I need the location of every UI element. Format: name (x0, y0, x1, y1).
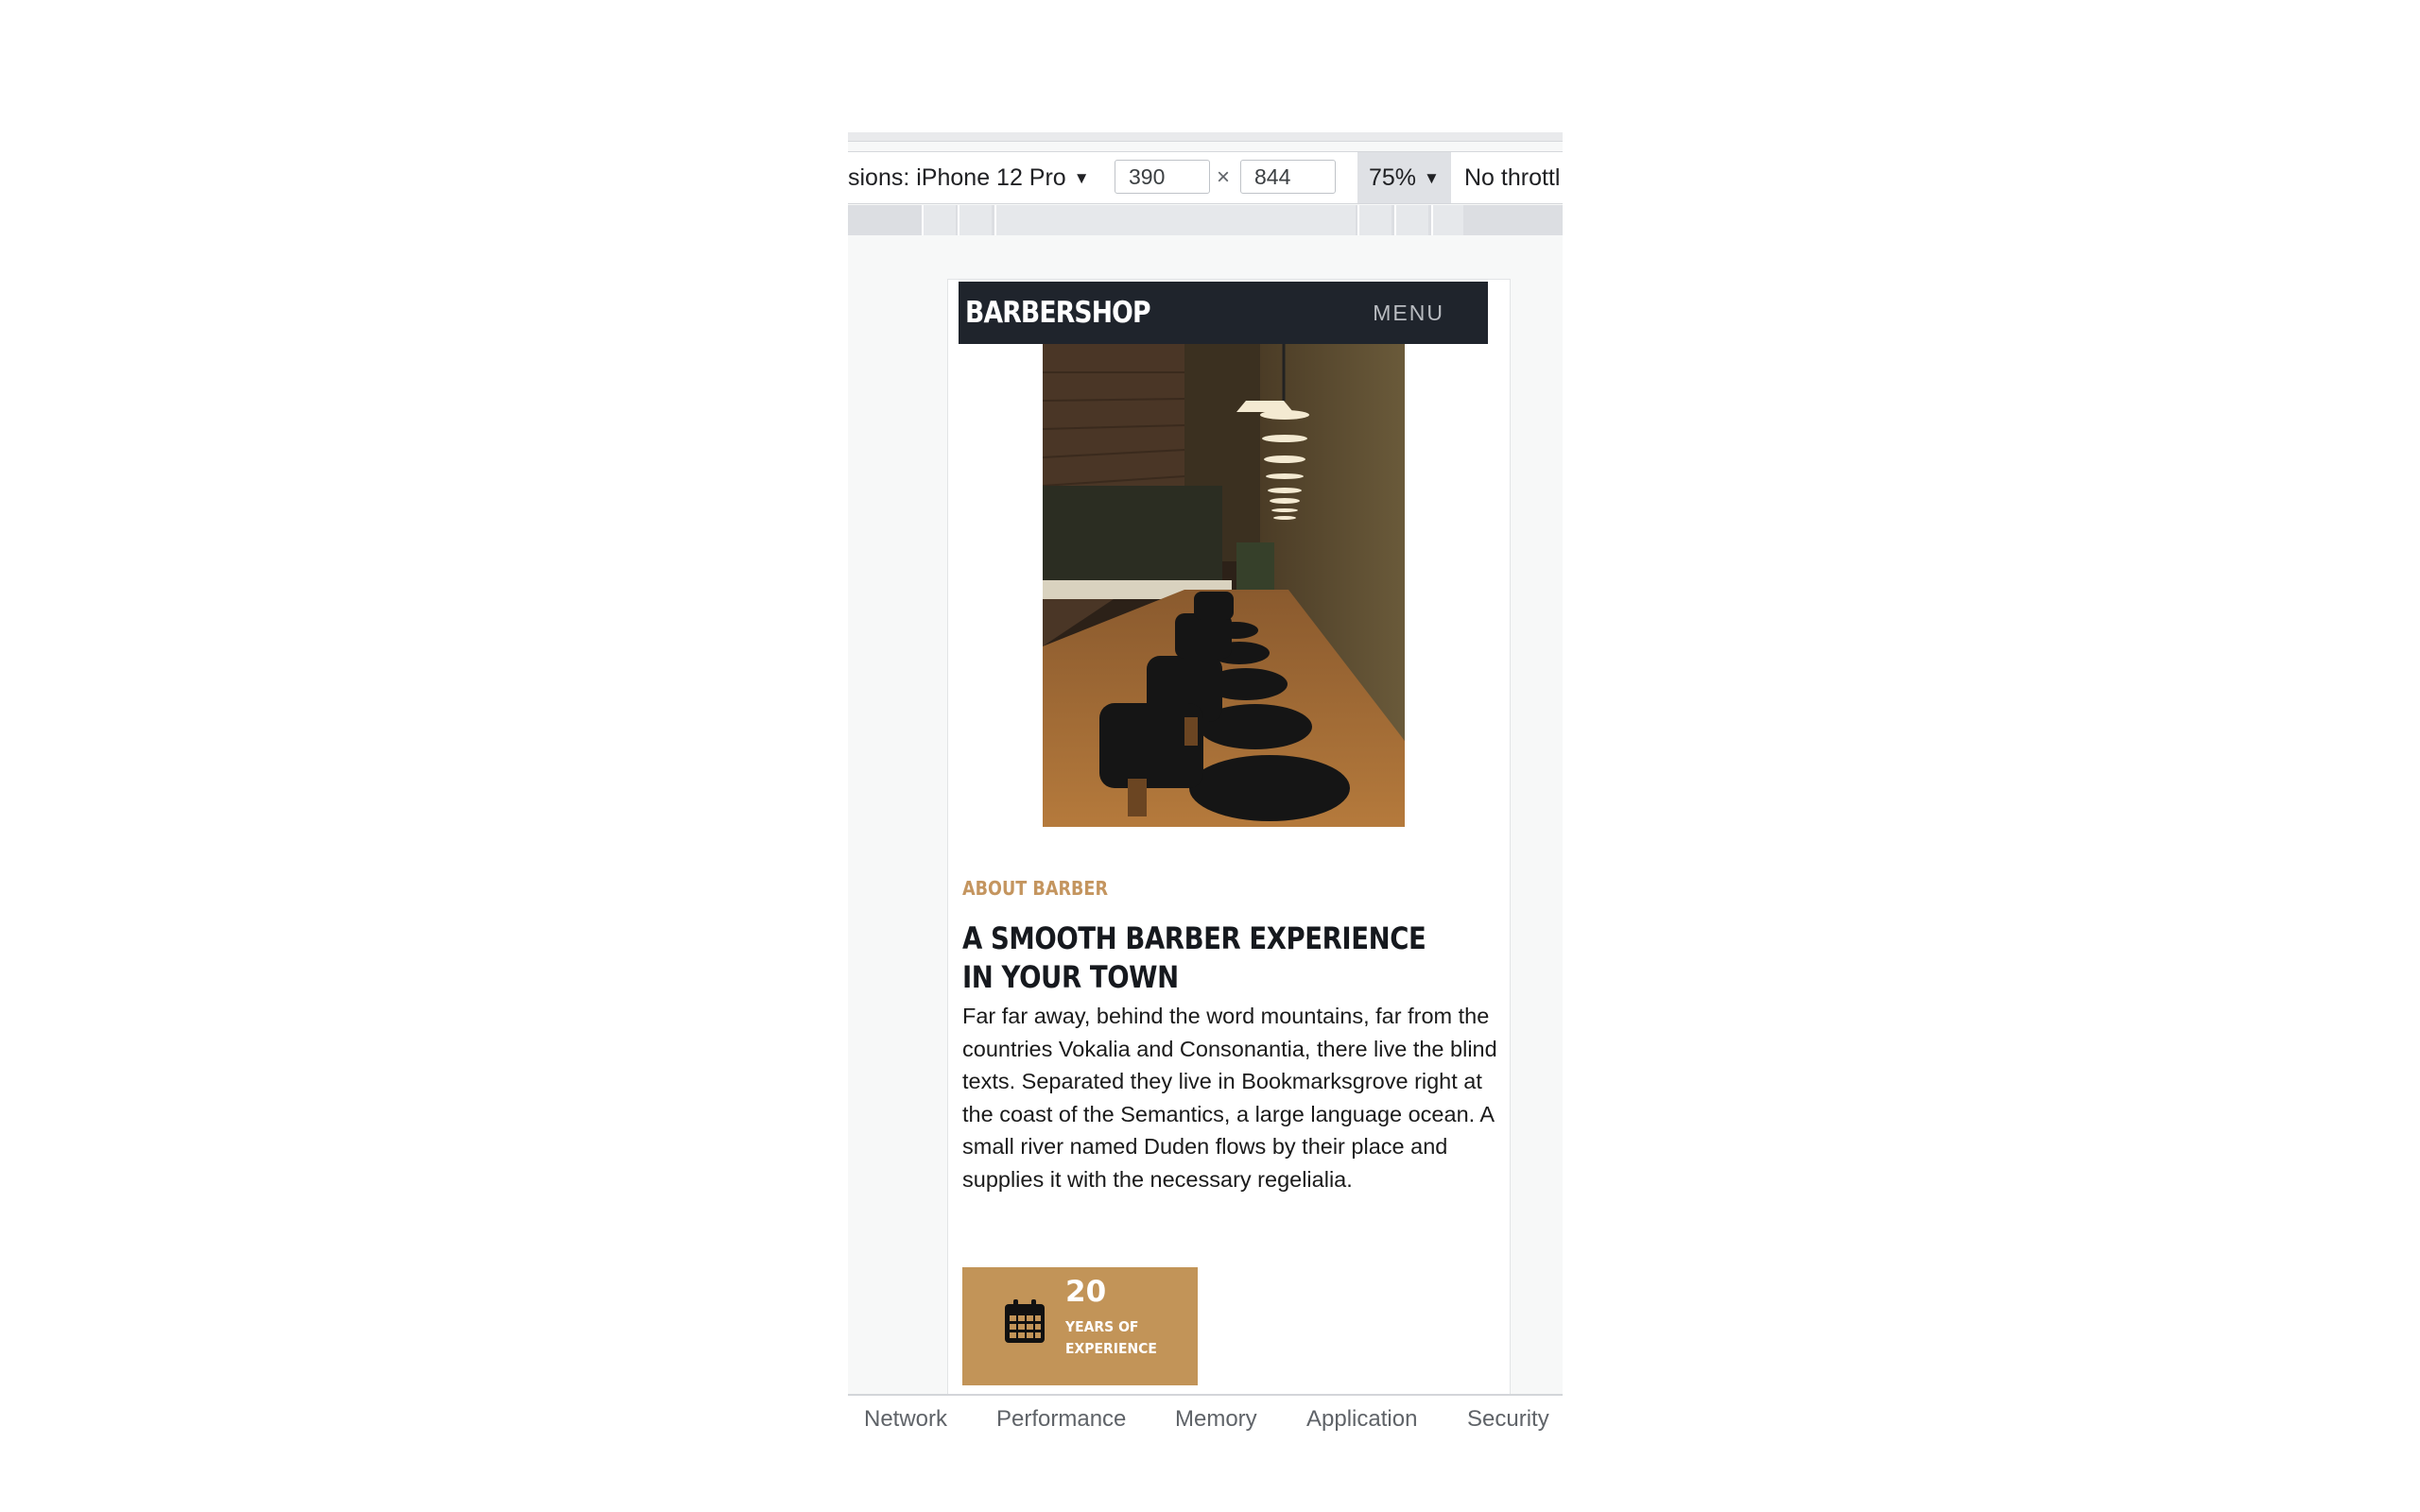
tab-security[interactable]: Security (1467, 1396, 1549, 1443)
calendar-icon (1005, 1299, 1045, 1343)
experience-years-number: 20 (1065, 1275, 1107, 1309)
viewport-width-input[interactable]: 390 (1115, 160, 1210, 194)
tab-performance[interactable]: Performance (996, 1396, 1126, 1443)
site-navbar: BARBERSHOP MENU (959, 282, 1488, 344)
tab-network[interactable]: Network (864, 1396, 947, 1443)
about-section-label: ABOUT BARBER (962, 877, 1108, 900)
ruler-segment[interactable] (922, 205, 956, 235)
experience-badge: 20 YEARS OF EXPERIENCE (962, 1267, 1198, 1385)
headline-line-1: A SMOOTH BARBER EXPERIENCE (962, 920, 1426, 956)
devtools-drawer-tabs: Network Performance Memory Application S… (848, 1394, 1563, 1444)
zoom-value: 75% (1369, 164, 1417, 191)
brand-logo[interactable]: BARBERSHOP (965, 282, 1151, 344)
devtools-device-emulation: sions: iPhone 12 Pro ▼ 390 × 844 75% ▼ No … (848, 132, 1563, 1444)
ruler-segment[interactable] (1431, 205, 1463, 235)
ruler-segment[interactable] (994, 205, 1356, 235)
mobile-viewport: BARBERSHOP MENU ABOUT BARBER A SMOOTH BA… (947, 279, 1511, 1444)
barbershop-hero-image (1043, 344, 1405, 827)
viewport-height-input[interactable]: 844 (1240, 160, 1336, 194)
media-query-ruler (848, 205, 1563, 235)
throttling-select[interactable]: No throttl (1464, 152, 1560, 203)
experience-caption: YEARS OF EXPERIENCE (1065, 1316, 1157, 1360)
barbershop-interior-illustration (1043, 344, 1405, 827)
experience-caption-line-1: YEARS OF (1065, 1318, 1139, 1335)
about-headline: A SMOOTH BARBER EXPERIENCE IN YOUR TOWN (962, 919, 1426, 997)
ruler-segment[interactable] (1357, 205, 1392, 235)
device-select-label: sions: iPhone 12 Pro (848, 164, 1066, 191)
ruler-segment[interactable] (1394, 205, 1428, 235)
about-body-text: Far far away, behind the word mountains,… (962, 1004, 1497, 1192)
dimensions-times-icon: × (1217, 164, 1231, 190)
device-dropdown-caret-icon: ▼ (1073, 169, 1090, 187)
devtools-top-strip (848, 132, 1563, 142)
experience-caption-line-2: EXPERIENCE (1065, 1340, 1157, 1357)
zoom-select[interactable]: 75% ▼ (1357, 152, 1451, 203)
zoom-dropdown-caret-icon: ▼ (1424, 169, 1440, 187)
ruler-segment[interactable] (958, 205, 992, 235)
device-toolbar: sions: iPhone 12 Pro ▼ 390 × 844 75% ▼ No … (848, 151, 1563, 204)
menu-button[interactable]: MENU (1373, 282, 1444, 344)
tab-memory[interactable]: Memory (1175, 1396, 1257, 1443)
device-select[interactable]: sions: iPhone 12 Pro ▼ (848, 152, 1090, 203)
tab-application[interactable]: Application (1306, 1396, 1417, 1443)
headline-line-2: IN YOUR TOWN (962, 959, 1179, 995)
